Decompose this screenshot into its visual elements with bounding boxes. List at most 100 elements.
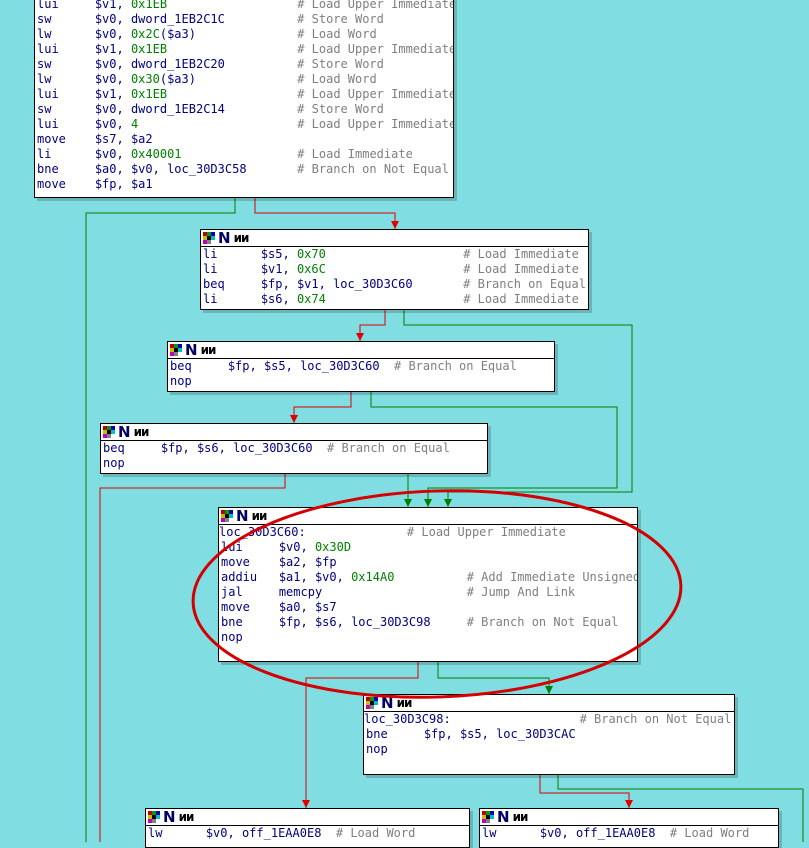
xref-wave-icon: ии <box>396 696 413 710</box>
edge-block5-to-block7-arrow <box>302 800 310 808</box>
code-line: lui $v1, 0x1EB # Load Upper Immediate <box>37 87 454 102</box>
code-block-beq-s5[interactable]: Nии beq $fp, $s5, loc_30D3C60 # Branch on … <box>167 341 555 392</box>
mnemonic: beq <box>203 277 225 291</box>
name-n-icon: N <box>163 808 176 826</box>
name-n-icon: N <box>381 694 394 712</box>
graph-grid-icon <box>103 426 115 438</box>
code-comment: # Load Immediate <box>463 247 579 261</box>
mnemonic: move <box>37 177 66 191</box>
code-line: lui $v0, 4 # Load Upper Immediate <box>37 117 454 132</box>
mnemonic: jal <box>221 585 243 599</box>
operands: $v1, <box>94 0 131 11</box>
name-n-icon: N <box>185 341 198 359</box>
mnemonic: lui <box>37 42 59 56</box>
code-line: beq $fp, $s5, loc_30D3C60 # Branch on Equa… <box>170 359 552 374</box>
block-header: Nии <box>364 695 734 712</box>
code-line: nop <box>221 630 635 645</box>
mnemonic: bne <box>37 162 59 176</box>
mnemonic: sw <box>37 12 52 26</box>
immediate-value: 0x14A0 <box>351 570 395 584</box>
operands: $fp, $a1 <box>94 177 153 191</box>
code-line: nop <box>170 374 552 389</box>
xref-wave-icon: ии <box>512 810 529 824</box>
code-block-entry[interactable]: lui $v1, 0x1EB # Load Upper Immediate sw $v0… <box>34 0 454 198</box>
edge-block2-to-block3 <box>359 310 386 341</box>
code-block-lw-right[interactable]: Nии lw $v0, off_1EAA0E8 # Load Word <box>479 808 779 848</box>
code-comment: # Load Upper Immediate <box>297 117 454 131</box>
operands: $v0, dword_1EB2C1C <box>94 12 225 26</box>
edge-block2-to-block5 <box>403 310 633 507</box>
code-line: lw $v0, off_1EAA0E8 # Load Word <box>482 826 776 841</box>
code-comment: # Branch on Not Equal <box>579 712 732 726</box>
block-body: lui $v1, 0x1EB # Load Upper Immediate sw $v0… <box>35 0 453 192</box>
code-comment: # Load Immediate <box>297 147 413 161</box>
xref-wave-icon: ии <box>178 810 195 824</box>
code-comment: # Load Upper Immediate <box>297 42 454 56</box>
code-block-li-s5[interactable]: Nии li $s5, 0x70 # Load Immediate li $v1, 0x… <box>200 229 589 310</box>
mnemonic: lui <box>37 0 59 11</box>
immediate-value: 0x1EB <box>130 87 168 101</box>
code-block-loc-30d3c60[interactable]: Nии loc_30D3C60: # Load Upper Immediate l… <box>218 507 638 662</box>
code-line: beq $fp, $v1, loc_30D3C60 # Branch on Equa… <box>203 277 586 292</box>
code-block-loc-30d3c98[interactable]: Nии loc_30D3C98: # Branch on Not Equal bn… <box>363 694 735 775</box>
operands: $v0, off_1EAA0E8 <box>539 826 656 840</box>
code-comment: # Load Word <box>669 826 750 840</box>
operands: $a2, $fp <box>278 555 337 569</box>
block-body: bne $fp, $s5, loc_30D3CAC nop <box>364 727 734 757</box>
operands: $fp, $s5, loc_30D3C60 <box>227 359 380 373</box>
mnemonic: li <box>37 147 52 161</box>
code-block-lw-left[interactable]: Nии lw $v0, off_1EAA0E8 # Load Word <box>145 808 470 848</box>
immediate-value: 0x1EB <box>130 42 168 56</box>
operand-register: ($a3) <box>159 72 196 86</box>
block-header: Nии <box>168 342 554 359</box>
operands: $fp, $s6, loc_30D3C98 <box>278 615 431 629</box>
block-header: Nии <box>219 508 637 525</box>
operands: $v0, dword_1EB2C14 <box>94 102 225 116</box>
mnemonic: bne <box>221 615 243 629</box>
code-line: bne $a0, $v0, loc_30D3C58 # Branch on Not … <box>37 162 451 177</box>
mnemonic: nop <box>366 742 388 756</box>
code-comment: # Load Upper Immediate <box>297 87 454 101</box>
code-line: move $fp, $a1 <box>37 177 451 192</box>
code-comment: # Store Word <box>297 12 384 26</box>
code-line: li $s6, 0x74 # Load Immediate <box>203 292 586 307</box>
immediate-value: 0x30D <box>314 540 352 554</box>
edge-block1-to-block2-arrow <box>391 221 399 229</box>
code-line: li $s5, 0x70 # Load Immediate <box>203 247 586 262</box>
immediate-value: 0x40001 <box>130 147 182 161</box>
operands: $s5, <box>260 247 297 261</box>
operands: $a0, $v0, loc_30D3C58 <box>94 162 247 176</box>
mnemonic: lui <box>37 117 59 131</box>
operands: $s7, $a2 <box>94 132 153 146</box>
code-line: beq $fp, $s6, loc_30D3C60 # Branch on Equa… <box>103 441 485 456</box>
operands: $a1, $v0, <box>278 570 352 584</box>
code-line: lw $v0, off_1EAA0E8 # Load Word <box>148 826 467 841</box>
code-comment: # Branch on Not Equal <box>297 162 449 176</box>
operands: $s6, <box>260 292 297 306</box>
mnemonic: sw <box>37 102 52 116</box>
xref-wave-icon: ии <box>133 425 150 439</box>
mnemonic: lw <box>37 72 52 86</box>
code-comment: # Branch on Equal <box>394 359 517 373</box>
block-header: Nии <box>146 809 469 826</box>
edge-block5-to-block6-arrow <box>545 686 553 694</box>
operand-register: ($a3) <box>159 27 196 41</box>
operands: memcpy <box>278 585 323 599</box>
graph-grid-icon <box>221 510 233 522</box>
mnemonic: nop <box>221 630 243 644</box>
operands: $v0, <box>94 72 131 86</box>
operands: $v0, off_1EAA0E8 <box>205 826 322 840</box>
name-n-icon: N <box>118 423 131 441</box>
code-line: addiu $a1, $v0, 0x14A0 # Add Immediate Uns… <box>221 570 637 585</box>
code-block-beq-s6[interactable]: Nии beq $fp, $s6, loc_30D3C60 # Branch on … <box>100 423 488 474</box>
block-body: beq $fp, $s5, loc_30D3C60 # Branch on Equa… <box>168 359 554 389</box>
immediate-value: 4 <box>130 117 139 131</box>
operands: $v1, <box>94 87 131 101</box>
mnemonic: sw <box>37 57 52 71</box>
code-line: sw $v0, dword_1EB2C14 # Store Word <box>37 102 451 117</box>
operands: $v1, <box>260 262 297 276</box>
immediate-value: 0x6C <box>296 262 326 276</box>
name-n-icon: N <box>497 808 510 826</box>
code-line: sw $v0, dword_1EB2C20 # Store Word <box>37 57 451 72</box>
code-comment: # Load Upper Immediate <box>297 0 454 11</box>
